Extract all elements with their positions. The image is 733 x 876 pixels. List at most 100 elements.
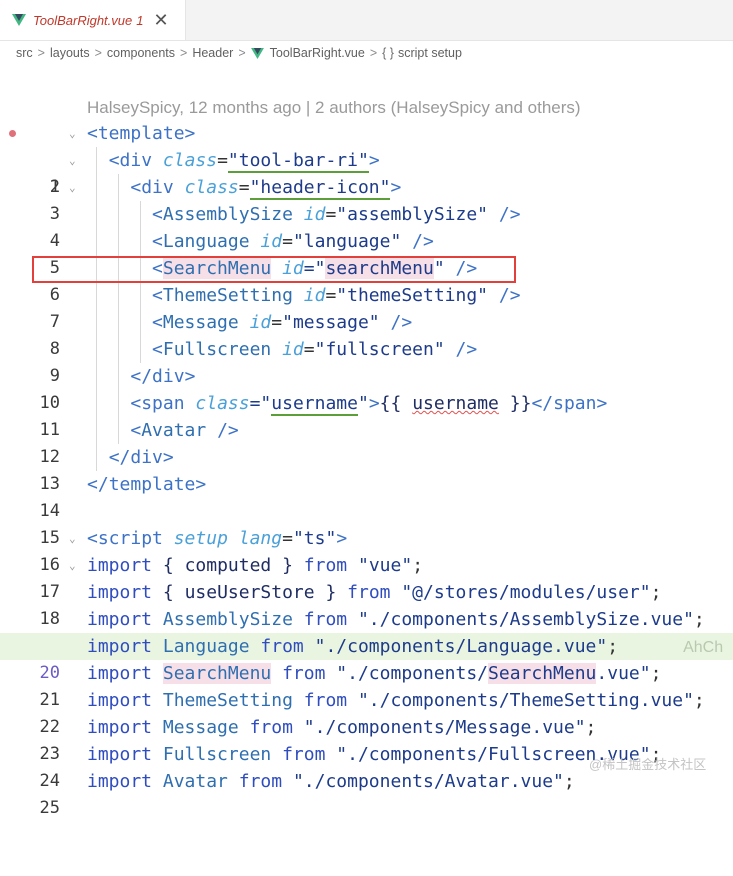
code-text: <span class="username">{{ username }}</s… bbox=[87, 390, 607, 417]
chevron-down-icon[interactable]: ⌄ bbox=[69, 552, 76, 579]
token: ; bbox=[607, 636, 619, 657]
token: = bbox=[271, 312, 283, 333]
breadcrumb-layouts[interactable]: layouts bbox=[50, 46, 90, 60]
code-line: 2 ⌄ <div class="tool-bar-ri"> bbox=[0, 147, 733, 197]
token: ; bbox=[693, 609, 705, 630]
token: ; bbox=[412, 555, 424, 576]
chevron-down-icon[interactable]: ⌄ bbox=[69, 120, 76, 147]
breadcrumb-script-setup[interactable]: script setup bbox=[398, 46, 462, 60]
tab-filename: ToolBarRight.vue bbox=[33, 12, 133, 28]
code-text: </div> bbox=[87, 363, 195, 390]
breadcrumb-components[interactable]: components bbox=[107, 46, 175, 60]
code-text: <template> bbox=[87, 120, 195, 147]
code-line: 21 import SearchMenu from "./components/… bbox=[0, 660, 733, 710]
token: Language bbox=[162, 231, 250, 252]
code-text: <div class="header-icon"> bbox=[87, 174, 401, 201]
chevron-down-icon[interactable]: ⌄ bbox=[69, 525, 76, 552]
token: import bbox=[87, 582, 153, 603]
code-line: 4 <AssemblySize id="assemblySize" /> bbox=[0, 201, 733, 251]
token: "ts" bbox=[292, 528, 337, 549]
token: = bbox=[238, 177, 250, 198]
token: span bbox=[553, 393, 597, 414]
inline-blame-hint: AhCh bbox=[683, 639, 724, 656]
token: > bbox=[162, 447, 174, 468]
chevron-down-icon[interactable]: ⌄ bbox=[69, 174, 76, 201]
vue-icon bbox=[250, 47, 264, 59]
token: "./components/Language.vue" bbox=[314, 636, 608, 657]
code-line: 9 <Fullscreen id="fullscreen" /> bbox=[0, 336, 733, 386]
code-text: <Fullscreen id="fullscreen" /> bbox=[87, 336, 477, 363]
token: "./components/AssemblySize.vue" bbox=[357, 609, 694, 630]
token: /> bbox=[498, 285, 521, 306]
token: template bbox=[97, 123, 185, 144]
tab-toolbarright-vue[interactable]: ToolBarRight.vue 1 ✕ bbox=[0, 0, 186, 40]
breadcrumb: src > layouts > components > Header > To… bbox=[0, 40, 733, 66]
token: from bbox=[249, 717, 293, 738]
token: import bbox=[87, 609, 153, 630]
token: "fullscreen" bbox=[314, 339, 445, 360]
token: lang bbox=[238, 528, 283, 549]
git-blame-annotation[interactable]: HalseySpicy, 12 months ago | 2 authors (… bbox=[87, 98, 581, 118]
breadcrumb-header[interactable]: Header bbox=[192, 46, 233, 60]
code-editor[interactable]: 1 ⌄ <template> 2 ⌄ <div class="tool-bar-… bbox=[0, 120, 733, 818]
code-line: 5 <Language id="language" /> bbox=[0, 228, 733, 278]
token: < bbox=[152, 285, 163, 306]
token: import bbox=[87, 771, 153, 792]
token: Avatar bbox=[162, 771, 228, 792]
token: > bbox=[368, 150, 380, 171]
token: from bbox=[303, 690, 348, 711]
watermark: @稀土掘金技术社区 bbox=[589, 757, 707, 772]
vue-icon bbox=[12, 14, 26, 26]
token: < bbox=[152, 204, 163, 225]
token: < bbox=[87, 123, 98, 144]
code-line: 3 ⌄ <div class="header-icon"> bbox=[0, 174, 733, 224]
token: /> bbox=[412, 231, 434, 252]
token: </ bbox=[108, 447, 131, 468]
token: { bbox=[162, 582, 174, 603]
code-line: 16 ⌄ <script setup lang="ts"> bbox=[0, 525, 733, 575]
token: < bbox=[152, 231, 163, 252]
token: ; bbox=[650, 582, 662, 603]
token: < bbox=[152, 312, 163, 333]
chevron-right-icon: > bbox=[238, 46, 246, 60]
code-line: 19 import AssemblySize from "./component… bbox=[0, 606, 733, 656]
token: "tool-bar-ri" bbox=[227, 150, 369, 173]
code-text: <Language id="language" /> bbox=[87, 228, 434, 255]
token: "message" bbox=[282, 312, 380, 333]
token: id bbox=[260, 231, 283, 252]
token: "assemblySize" bbox=[336, 204, 489, 225]
token: </ bbox=[87, 474, 109, 495]
token: Language bbox=[162, 636, 250, 657]
highlight-box bbox=[32, 256, 516, 283]
token: < bbox=[130, 177, 142, 198]
code-text: </template> bbox=[87, 471, 206, 498]
code-text: import Language from "./components/Langu… bbox=[87, 633, 723, 661]
token: = bbox=[282, 231, 293, 252]
code-text: <script setup lang="ts"> bbox=[87, 525, 347, 552]
token: " bbox=[357, 393, 369, 414]
token: = bbox=[325, 204, 337, 225]
token: script bbox=[97, 528, 163, 549]
token: "themeSetting" bbox=[336, 285, 489, 306]
token: < bbox=[87, 528, 98, 549]
token: setup bbox=[173, 528, 228, 549]
token: } bbox=[282, 555, 293, 576]
breadcrumb-src[interactable]: src bbox=[16, 46, 33, 60]
token: Message bbox=[162, 717, 239, 738]
token: {{ bbox=[379, 393, 402, 414]
token: "header-icon" bbox=[249, 177, 391, 200]
code-line: 14 </template> bbox=[0, 471, 733, 521]
chevron-right-icon: > bbox=[180, 46, 188, 60]
code-line: 11 <span class="username">{{ username }}… bbox=[0, 390, 733, 440]
code-line: 23 import Message from "./components/Mes… bbox=[0, 714, 733, 764]
close-icon[interactable]: ✕ bbox=[153, 10, 168, 31]
token: > bbox=[184, 123, 196, 144]
chevron-down-icon[interactable]: ⌄ bbox=[69, 147, 76, 174]
breadcrumb-file[interactable]: ToolBarRight.vue bbox=[270, 46, 365, 60]
token: from bbox=[347, 582, 391, 603]
token: = bbox=[217, 150, 228, 171]
token: import bbox=[87, 717, 153, 738]
code-line: 18 import { useUserStore } from "@/store… bbox=[0, 579, 733, 629]
token: { bbox=[162, 555, 174, 576]
token: ; bbox=[585, 717, 597, 738]
